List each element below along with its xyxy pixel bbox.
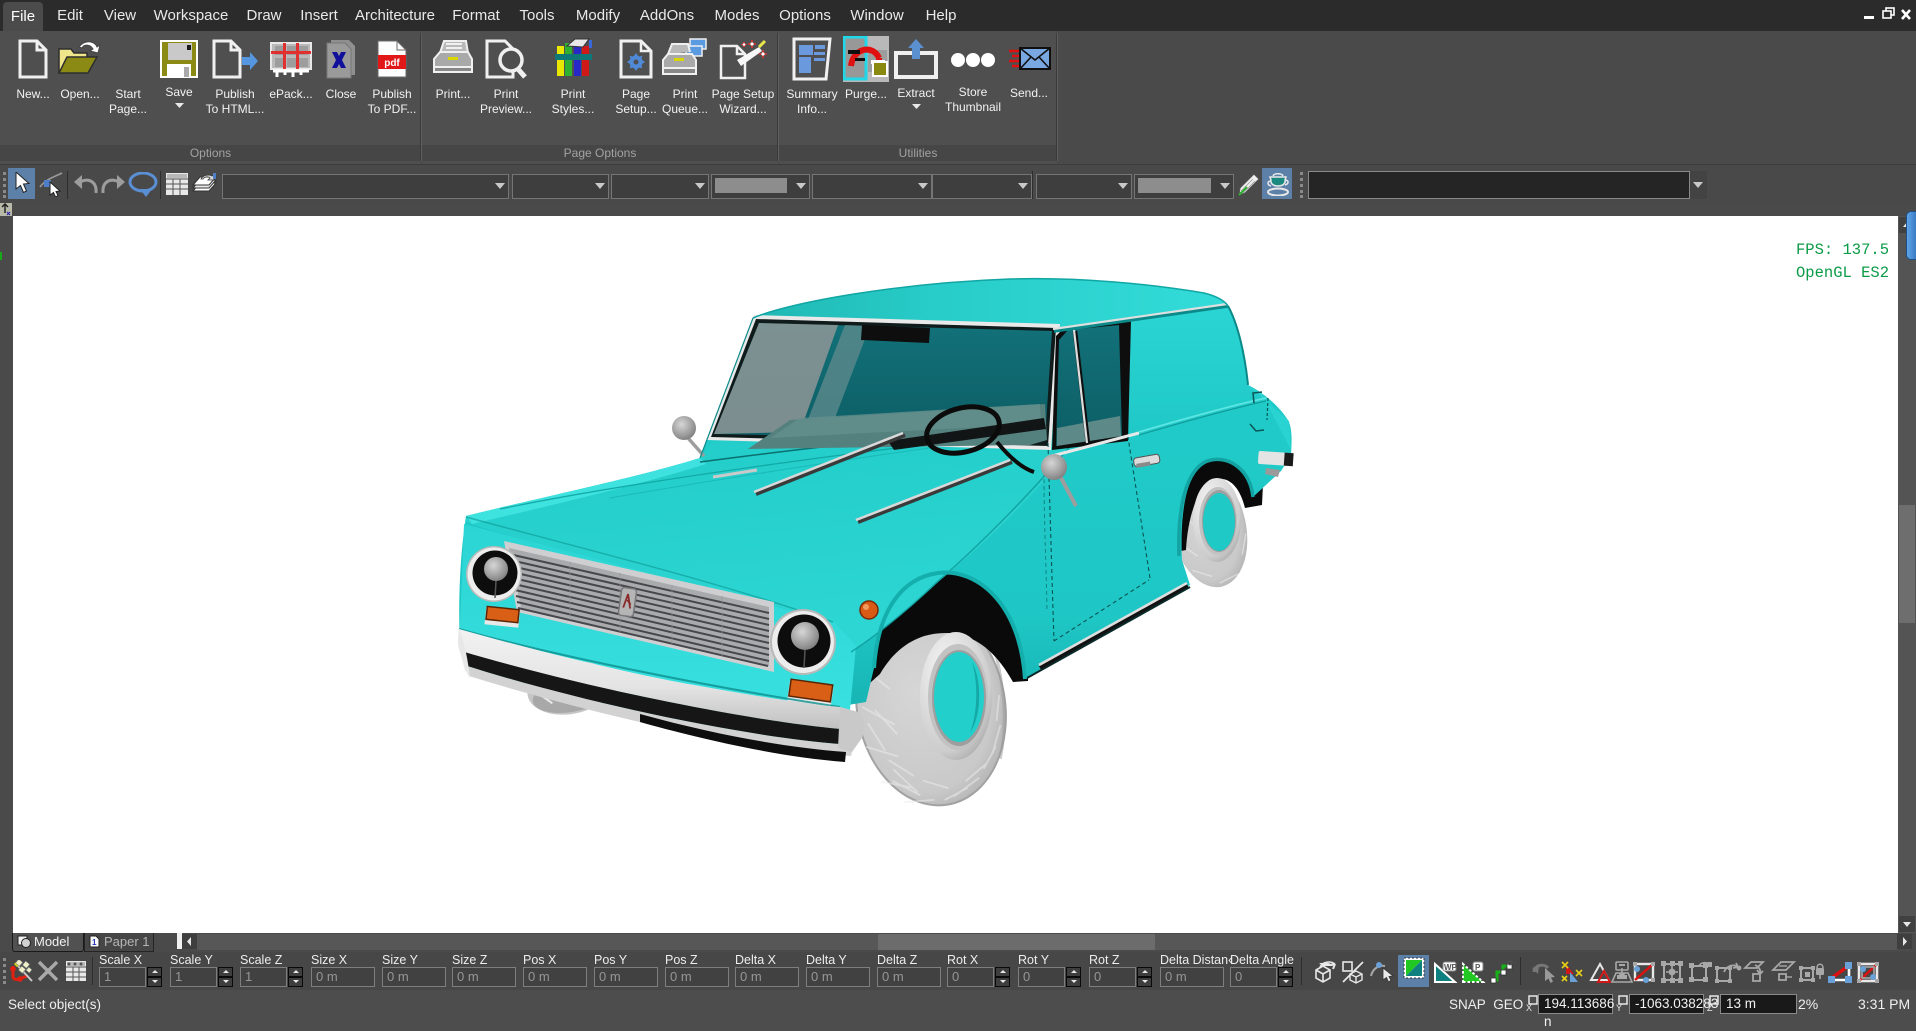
svg-text:1: 1 [92, 938, 97, 947]
svg-text:Z: Z [1707, 1003, 1713, 1012]
svg-text:P: P [1475, 963, 1481, 972]
svg-text:X: X [1526, 1003, 1532, 1012]
svg-text:pdf: pdf [384, 58, 400, 69]
svg-text:Y: Y [1616, 1003, 1622, 1012]
svg-text:WP: WP [1444, 963, 1458, 972]
